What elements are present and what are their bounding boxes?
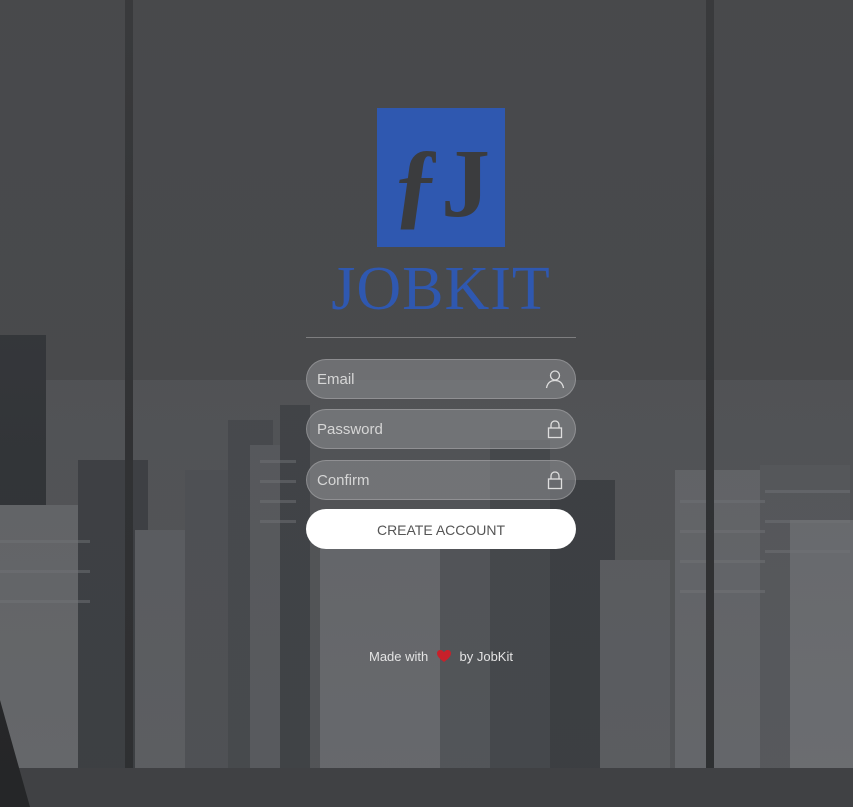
logo-mark: ƒJ (392, 130, 490, 238)
confirm-password-input[interactable] (307, 461, 537, 499)
made-with-text: Made with (369, 649, 429, 664)
brand-name: JOBKIT (331, 255, 551, 323)
divider (306, 337, 576, 338)
email-input[interactable] (307, 360, 537, 398)
lock-icon (547, 420, 563, 439)
confirm-field-wrapper (306, 460, 576, 500)
email-field-wrapper (306, 359, 576, 399)
password-field-wrapper (306, 409, 576, 449)
logo: ƒJ (377, 108, 505, 247)
footer-credit: Made with by JobKit (306, 648, 576, 666)
user-icon (545, 370, 565, 389)
lock-icon (547, 471, 563, 490)
by-jobkit-text: by JobKit (459, 649, 513, 664)
password-input[interactable] (307, 410, 537, 448)
heart-icon (436, 650, 451, 662)
create-account-button[interactable]: CREATE ACCOUNT (306, 509, 576, 549)
